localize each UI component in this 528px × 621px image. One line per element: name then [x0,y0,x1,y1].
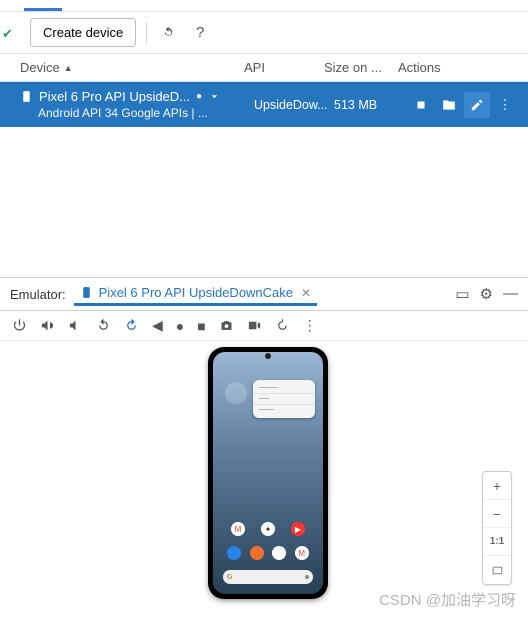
emulator-tab-label: Pixel 6 Pro API UpsideDownCake [99,285,293,300]
device-frame: ----------- ------ --------- M ✦ ▶ M G [208,347,328,599]
empty-area [0,127,528,277]
overview-icon[interactable]: ■ [197,318,205,334]
device-row[interactable]: Pixel 6 Pro API UpsideD... ● Android API… [0,82,528,127]
app-icon-phone[interactable] [227,546,241,560]
volume-up-icon[interactable] [40,318,55,333]
device-name: Pixel 6 Pro API UpsideD... [39,89,190,104]
create-device-button[interactable]: Create device [30,18,136,47]
dock-row: M [213,546,323,560]
table-header: Device ▲ API Size on ... Actions [0,53,528,82]
screen-record-icon[interactable] [247,318,262,333]
open-folder-button[interactable] [436,92,462,118]
app-icon-youtube[interactable]: ▶ [291,522,305,536]
emulator-label: Emulator: [10,287,66,302]
app-icon-gmail2[interactable]: M [295,546,309,560]
phone-icon [20,90,33,103]
emulator-tab-bar: Emulator: Pixel 6 Pro API UpsideDownCake… [0,277,528,311]
snapshot-icon[interactable] [275,318,290,333]
app-icon-photos[interactable]: ✦ [261,522,275,536]
extended-controls-icon[interactable]: ⋮ [303,317,317,334]
refresh-icon[interactable] [157,22,179,44]
context-menu[interactable]: ----------- ------ --------- [253,380,315,418]
home-widget [225,382,247,404]
zoom-out-button[interactable]: − [483,500,511,528]
power-icon[interactable] [12,318,27,333]
zoom-fit-button[interactable] [483,556,511,584]
settings-gear-icon[interactable]: ⚙ [480,285,493,303]
stop-button[interactable] [408,92,434,118]
screenshot-icon[interactable] [219,318,234,333]
status-check-icon: ✔ [2,26,13,42]
rotate-right-icon[interactable] [124,318,139,333]
camera-notch [265,353,271,359]
active-tab-indicator [24,8,62,11]
menu-item[interactable]: --------- [253,405,315,415]
back-icon[interactable]: ◀ [152,317,163,334]
rotate-left-icon[interactable] [96,318,111,333]
device-subtitle: Android API 34 Google APIs | ... [20,106,208,120]
more-menu-icon[interactable]: ⋮ [492,92,518,118]
device-size: 513 MB [334,98,408,112]
app-row: M ✦ ▶ [213,522,323,536]
zoom-controls: + − 1:1 [482,471,512,585]
google-search-bar[interactable]: G [223,570,313,584]
col-device-header[interactable]: Device ▲ [20,60,244,75]
chevron-down-icon[interactable] [208,90,221,103]
device-screen[interactable]: ----------- ------ --------- M ✦ ▶ M G [213,352,323,594]
device-api: UpsideDow... [254,98,334,112]
menu-item[interactable]: ----------- [253,383,315,394]
app-icon-messages[interactable] [250,546,264,560]
device-toolbar: ✔ Create device ? [0,12,528,53]
emulator-viewport: ----------- ------ --------- M ✦ ▶ M G +… [0,341,528,621]
close-tab-icon[interactable]: ✕ [301,286,311,300]
window-mode-icon[interactable]: ▭ [455,285,469,303]
app-icon-gmail[interactable]: M [231,522,245,536]
col-device-label: Device [20,60,60,75]
zoom-actual-button[interactable]: 1:1 [483,528,511,556]
emulator-tab[interactable]: Pixel 6 Pro API UpsideDownCake ✕ [74,282,317,306]
col-actions-header: Actions [398,60,508,75]
menu-item[interactable]: ------ [253,394,315,405]
emulator-toolbar: ◀ ● ■ ⋮ [0,311,528,341]
sort-asc-icon: ▲ [64,63,73,73]
minimize-icon[interactable]: — [503,285,518,303]
separator [146,22,147,44]
zoom-in-button[interactable]: + [483,472,511,500]
app-icon-chrome[interactable] [272,546,286,560]
running-dot-icon: ● [196,91,202,102]
phone-icon [80,286,93,299]
row-actions: ⋮ [408,92,518,118]
col-size-header[interactable]: Size on ... [324,60,398,75]
col-api-header[interactable]: API [244,60,324,75]
home-icon[interactable]: ● [176,318,184,334]
help-icon[interactable]: ? [189,22,211,44]
edit-button[interactable] [464,92,490,118]
volume-down-icon[interactable] [68,318,83,333]
top-strip [0,0,528,12]
